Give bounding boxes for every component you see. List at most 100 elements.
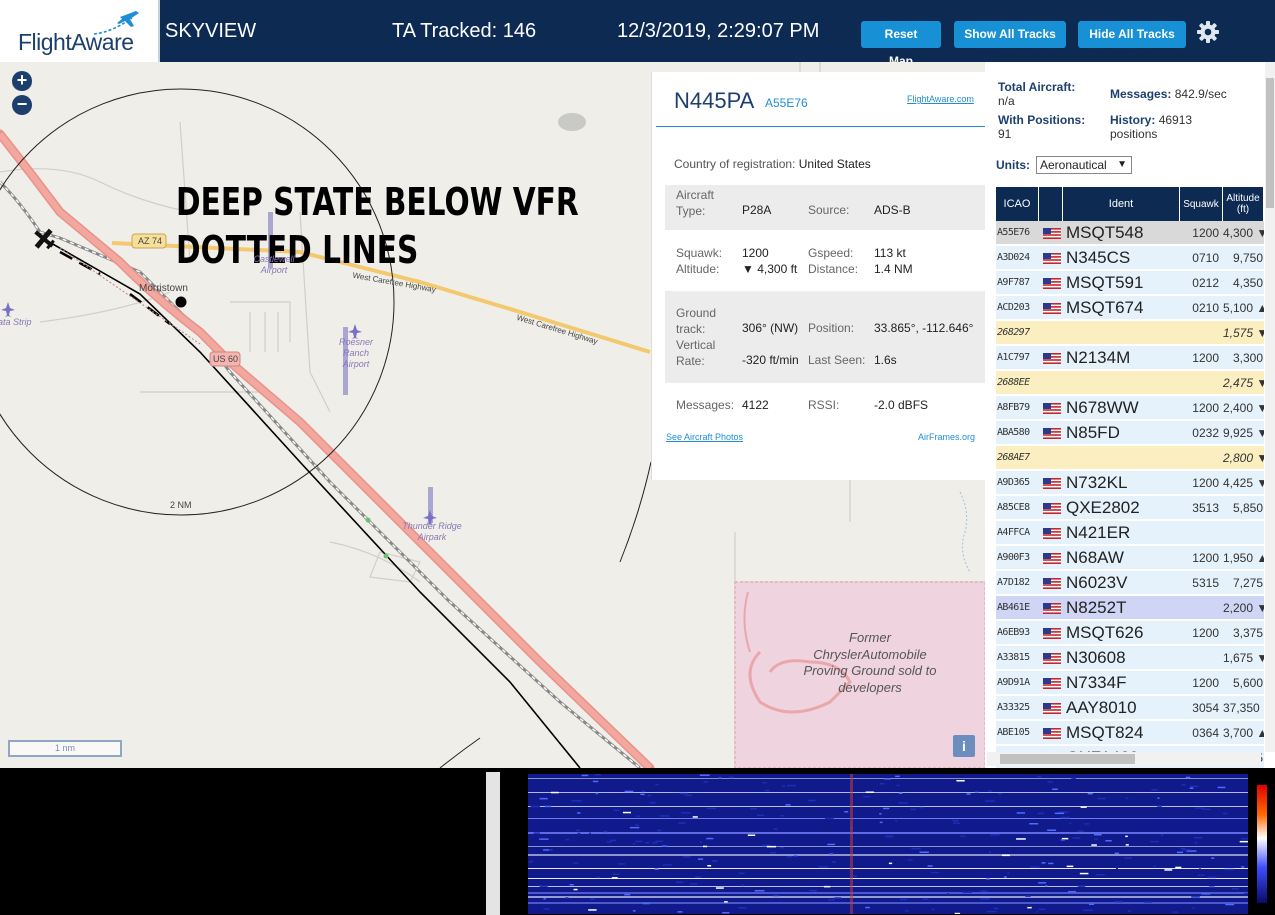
- table-row[interactable]: A6EB93 MSQT626 1200 3,375: [996, 621, 1264, 645]
- table-row[interactable]: A7D182 N6023V 5315 7,275: [996, 571, 1264, 595]
- ident-cell: MSQT591: [1066, 273, 1144, 292]
- squawk-cell: 1200: [1192, 226, 1219, 240]
- squawk-cell: 1200: [1192, 476, 1219, 490]
- zoom-in-button[interactable]: +: [12, 71, 32, 91]
- gspeed-value: 113 kt: [874, 246, 906, 260]
- table-row[interactable]: A8FB79 N678WW 1200 2,400 ▼: [996, 396, 1264, 420]
- selected-icao[interactable]: A55E76: [765, 96, 808, 110]
- table-row[interactable]: A33815 N30608 1,675 ▼: [996, 646, 1264, 670]
- table-row[interactable]: ABA580 N85FD 0232 9,925 ▼: [996, 421, 1264, 445]
- icao-cell: A7D182: [997, 577, 1030, 588]
- ident-cell: N6023V: [1066, 573, 1128, 592]
- col-squawk[interactable]: Squawk: [1180, 187, 1223, 221]
- table-row[interactable]: A85CE8 QXE2802 3513 5,850: [996, 496, 1264, 520]
- vertical-scroll-thumb[interactable]: [1266, 78, 1274, 208]
- messages-stat-label: Messages:: [1110, 87, 1172, 101]
- ident-cell: AAY8010: [1066, 698, 1137, 717]
- col-ident[interactable]: Ident: [1063, 187, 1180, 221]
- airport-label: Castlewell Airport: [253, 254, 295, 275]
- table-row[interactable]: ACD203 MSQT674 0210 5,100 ▲: [996, 296, 1264, 320]
- table-row[interactable]: A9D91A N7334F 1200 5,600: [996, 671, 1264, 695]
- squawk-cell: [1180, 371, 1222, 395]
- table-row[interactable]: 268AE7 2,800 ▼: [996, 446, 1264, 470]
- ground-track-value: 306° (NW): [742, 321, 799, 335]
- header-bar: FlightAware SKYVIEW TA Tracked: 146 12/3…: [0, 0, 1275, 68]
- table-row[interactable]: A55E76 MSQT548 1200 4,300 ▼: [996, 221, 1264, 245]
- table-header: ICAO Ident Squawk Altitude (ft): [996, 187, 1264, 221]
- country-row: Country of registration: United States: [674, 157, 871, 171]
- squawk-row: Squawk: 1200 Gspeed: 113 kt Altitude: ▼ …: [665, 238, 986, 286]
- panel-divider[interactable]: [486, 772, 500, 915]
- map-info-button[interactable]: i: [953, 735, 975, 757]
- ident-cell: [1063, 446, 1179, 470]
- altitude-cell: 1,575 ▼: [1223, 326, 1264, 340]
- ident-cell: N85FD: [1066, 423, 1120, 442]
- us-flag-icon: [1043, 228, 1061, 239]
- icao-cell: A85CE8: [997, 502, 1030, 513]
- table-row[interactable]: A33325 AAY8010 3054 37,350 ▼: [996, 696, 1264, 720]
- us60-shield-label: US 60: [213, 354, 239, 364]
- hide-all-tracks-button[interactable]: Hide All Tracks: [1078, 21, 1186, 48]
- squawk-cell: [1180, 521, 1222, 545]
- annotation-text: DEEP STATE BELOW VFR DOTTED LINES: [176, 178, 579, 274]
- table-row[interactable]: A4FFCA N421ER: [996, 521, 1264, 545]
- ident-cell: N345CS: [1066, 248, 1131, 267]
- total-aircraft-label: Total Aircraft:: [998, 80, 1076, 94]
- horizontal-scroll-thumb[interactable]: [1000, 754, 1135, 764]
- col-flag[interactable]: [1039, 187, 1063, 221]
- us-flag-icon: [1043, 428, 1061, 439]
- flag-cell: [1040, 621, 1062, 645]
- table-row[interactable]: 268297 1,575 ▼: [996, 321, 1264, 345]
- last-seen-label: Last Seen:: [808, 353, 866, 367]
- show-all-tracks-button[interactable]: Show All Tracks: [954, 21, 1066, 48]
- units-select[interactable]: Aeronautical ▼: [1036, 156, 1132, 174]
- icao-cell: A1C797: [997, 352, 1030, 363]
- flightaware-link[interactable]: FlightAware.com: [907, 94, 974, 104]
- altitude-cell: 7,275: [1232, 576, 1263, 590]
- table-row[interactable]: A9F787 MSQT591 0212 4,350: [996, 271, 1264, 295]
- icao-cell: A33325: [997, 702, 1030, 713]
- us-flag-icon: [1043, 528, 1061, 539]
- flag-cell: [1040, 496, 1062, 520]
- col-altitude[interactable]: Altitude (ft): [1223, 187, 1264, 221]
- table-row[interactable]: A9D365 N732KL 1200 4,425 ▼: [996, 471, 1264, 495]
- reset-map-button[interactable]: Reset Map: [861, 21, 941, 68]
- altitude-cell: 1,950 ▲: [1223, 551, 1264, 565]
- flag-cell: [1040, 471, 1062, 495]
- icao-cell: A3D024: [997, 252, 1030, 263]
- flightaware-logo[interactable]: FlightAware: [0, 0, 160, 62]
- gear-icon[interactable]: [1196, 20, 1220, 44]
- us-flag-icon: [1043, 728, 1061, 739]
- col-icao[interactable]: ICAO: [996, 187, 1039, 221]
- messages-stat: Messages: 842.9/sec: [1110, 87, 1227, 101]
- positions-stat: With Positions: 91: [998, 113, 1085, 141]
- ident-cell: MSQT674: [1066, 298, 1144, 317]
- aircraft-icon[interactable]: [29, 224, 60, 255]
- positions-label: With Positions:: [998, 113, 1086, 127]
- messages-value: 4122: [742, 398, 769, 412]
- aircraft-list-panel: Total Aircraft: n/a Messages: 842.9/sec …: [985, 62, 1275, 768]
- aircraft-photos-link[interactable]: See Aircraft Photos: [666, 432, 743, 442]
- us-flag-icon: [1043, 603, 1061, 614]
- table-row[interactable]: A1C797 N2134M 1200 3,300: [996, 346, 1264, 370]
- icao-cell: A9F787: [997, 277, 1030, 288]
- squawk-cell: 1200: [1192, 351, 1219, 365]
- table-row[interactable]: A3D024 N345CS 0710 9,750: [996, 246, 1264, 270]
- messages-label: Messages:: [676, 398, 735, 412]
- aircraft-detail-card: N445PA A55E76 FlightAware.com Country of…: [651, 72, 986, 480]
- airframes-link[interactable]: AirFrames.org: [918, 432, 975, 442]
- table-row[interactable]: A900F3 N68AW 1200 1,950 ▲: [996, 546, 1264, 570]
- table-row[interactable]: 2688EE 2,475 ▼: [996, 371, 1264, 395]
- logo-text: FlightAware: [18, 29, 134, 55]
- altitude-cell: 2,400 ▼: [1223, 401, 1264, 415]
- table-row[interactable]: ABE105 MSQT824 0364 3,700 ▲: [996, 721, 1264, 745]
- total-aircraft-value: n/a: [998, 94, 1015, 108]
- squawk-cell: [1180, 321, 1222, 345]
- zoom-out-button[interactable]: −: [12, 95, 32, 115]
- squawk-cell: 1200: [1192, 626, 1219, 640]
- us-flag-icon: [1043, 703, 1061, 714]
- flag-cell: [1040, 371, 1062, 395]
- squawk-cell: [1180, 596, 1222, 620]
- table-row[interactable]: AB461E N8252T 2,200 ▼: [996, 596, 1264, 620]
- icao-cell: A6EB93: [997, 627, 1030, 638]
